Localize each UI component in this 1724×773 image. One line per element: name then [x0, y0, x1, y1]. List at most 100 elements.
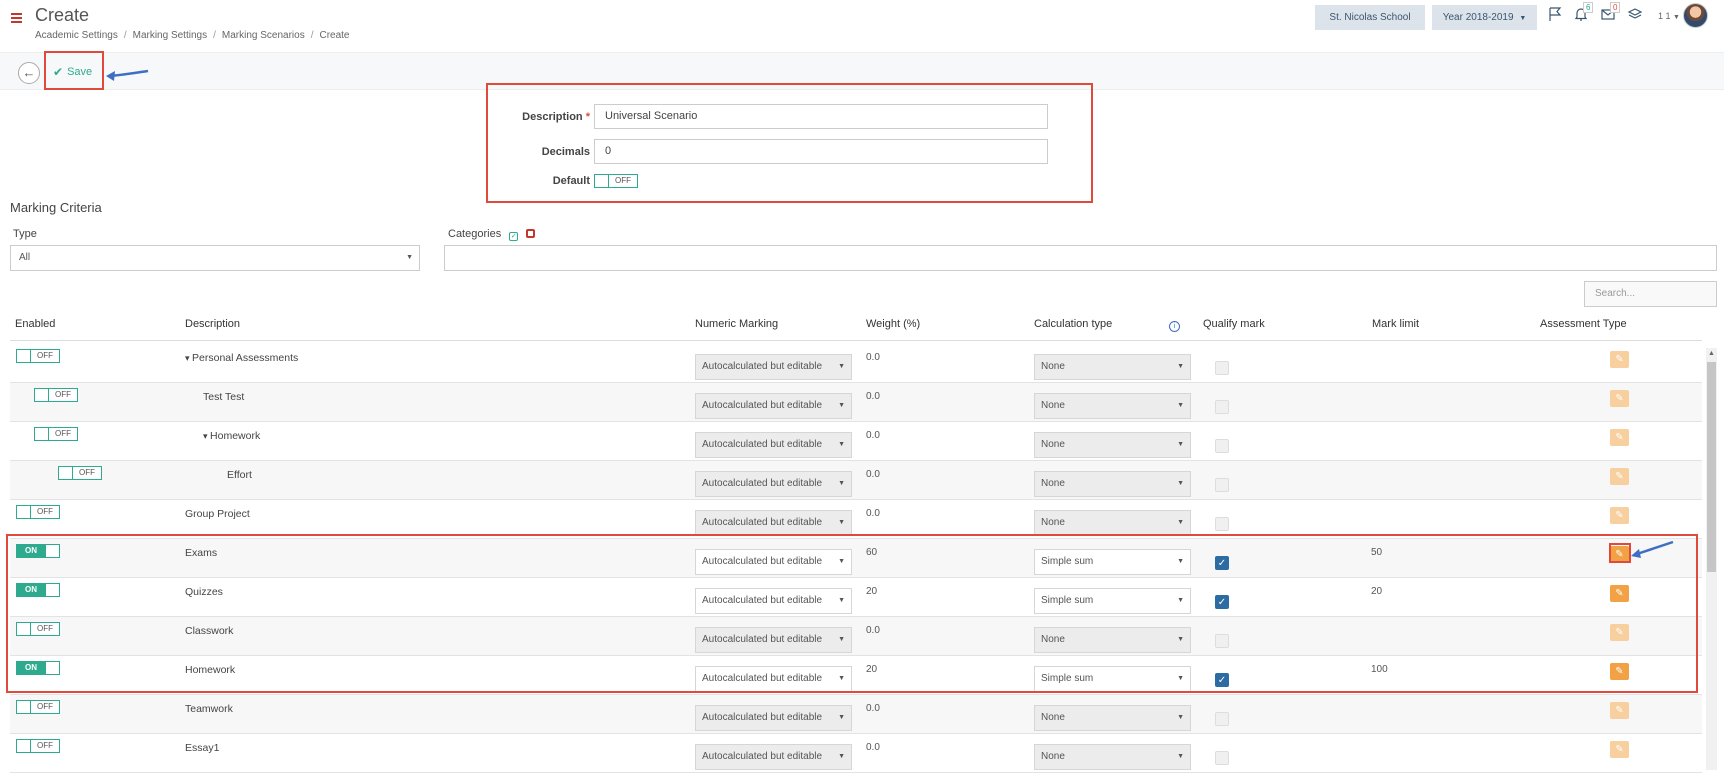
chevron-down-icon: ▼: [406, 254, 413, 261]
marking-criteria-title: Marking Criteria: [10, 200, 102, 215]
description-input[interactable]: Universal Scenario: [594, 104, 1048, 129]
user-menu-label[interactable]: 1 1 ▼: [1658, 11, 1680, 21]
edit-pencil-icon[interactable]: ✎: [1610, 741, 1629, 758]
qualify-mark-checkbox[interactable]: [1215, 478, 1229, 492]
column-header-weight: Weight (%): [866, 318, 921, 330]
numeric-marking-select[interactable]: Autocalculated but editable ▼: [695, 705, 852, 731]
chevron-down-icon: ▼: [1177, 480, 1184, 487]
chevron-down-icon: ▼: [838, 519, 845, 526]
enabled-toggle[interactable]: OFF: [58, 466, 102, 480]
type-select[interactable]: All ▼: [10, 245, 420, 271]
numeric-marking-select[interactable]: Autocalculated but editable ▼: [695, 471, 852, 497]
column-header-mark-limit: Mark limit: [1372, 318, 1420, 330]
edit-highlight-box: [1609, 543, 1631, 563]
weight-value[interactable]: 0.0: [866, 703, 880, 714]
weight-value[interactable]: 0.0: [866, 469, 880, 480]
categories-select[interactable]: [444, 245, 1717, 271]
school-selector-button[interactable]: St. Nicolas School: [1315, 5, 1425, 30]
layers-icon[interactable]: [1627, 6, 1649, 26]
breadcrumb-academic-settings[interactable]: Academic Settings: [35, 30, 118, 41]
calculation-type-select[interactable]: None ▼: [1034, 432, 1191, 458]
notification-bell-icon[interactable]: 6: [1573, 2, 1595, 26]
weight-value[interactable]: 0.0: [866, 391, 880, 402]
edit-pencil-icon[interactable]: ✎: [1610, 468, 1629, 485]
chevron-down-icon: ▼: [838, 441, 845, 448]
qualify-mark-checkbox[interactable]: [1215, 400, 1229, 414]
column-header-numeric-marking: Numeric Marking: [695, 318, 779, 330]
enabled-toggle[interactable]: OFF: [16, 700, 60, 714]
numeric-marking-select[interactable]: Autocalculated but editable ▼: [695, 432, 852, 458]
edit-pencil-icon[interactable]: ✎: [1610, 507, 1629, 524]
default-row: Default OFF: [490, 174, 638, 188]
enabled-toggle[interactable]: OFF: [16, 505, 60, 519]
chevron-down-icon: ▼: [1177, 441, 1184, 448]
chevron-down-icon: ▼: [1177, 402, 1184, 409]
expand-caret-icon[interactable]: ▾: [203, 431, 210, 441]
qualify-mark-checkbox[interactable]: [1215, 517, 1229, 531]
numeric-marking-select[interactable]: Autocalculated but editable ▼: [695, 354, 852, 380]
pointer-arrow-icon: [106, 69, 149, 81]
calculation-type-select[interactable]: None ▼: [1034, 471, 1191, 497]
enabled-toggle[interactable]: OFF: [34, 427, 78, 441]
table-scrollbar[interactable]: ▲: [1706, 348, 1717, 770]
select-all-check-icon[interactable]: ✓: [509, 232, 519, 241]
row-description: Essay1: [185, 742, 220, 754]
page-title: Create: [35, 5, 90, 25]
decimals-input[interactable]: 0: [594, 139, 1048, 164]
row-description: ▾ Homework: [203, 430, 261, 442]
column-header-description: Description: [185, 318, 241, 330]
info-icon[interactable]: i: [1169, 321, 1180, 332]
qualify-mark-checkbox[interactable]: [1215, 712, 1229, 726]
default-label: Default: [552, 175, 590, 187]
enabled-toggle[interactable]: OFF: [34, 388, 78, 402]
calculation-type-select[interactable]: None ▼: [1034, 354, 1191, 380]
row-description: Test Test: [203, 391, 245, 403]
column-header-qualify-mark: Qualify mark: [1203, 318, 1265, 330]
calculation-type-select[interactable]: None ▼: [1034, 393, 1191, 419]
envelope-icon[interactable]: 0: [1600, 2, 1622, 26]
breadcrumb-marking-settings[interactable]: Marking Settings: [133, 30, 207, 41]
calculation-type-select[interactable]: None ▼: [1034, 510, 1191, 536]
categories-label: Categories ✓: [448, 228, 536, 241]
chevron-down-icon: ▼: [1177, 714, 1184, 721]
default-toggle[interactable]: OFF: [594, 174, 638, 188]
weight-value[interactable]: 0.0: [866, 352, 880, 363]
weight-value[interactable]: 0.0: [866, 508, 880, 519]
calculation-type-select[interactable]: None ▼: [1034, 705, 1191, 731]
weight-value[interactable]: 0.0: [866, 742, 880, 753]
edit-pencil-icon[interactable]: ✎: [1610, 702, 1629, 719]
decimals-label: Decimals: [541, 145, 590, 158]
enabled-toggle[interactable]: OFF: [16, 349, 60, 363]
edit-pencil-icon[interactable]: ✎: [1610, 390, 1629, 407]
edit-pencil-icon[interactable]: ✎: [1610, 429, 1629, 446]
breadcrumb-marking-scenarios[interactable]: Marking Scenarios: [222, 30, 305, 41]
numeric-marking-select[interactable]: Autocalculated but editable ▼: [695, 393, 852, 419]
qualify-mark-checkbox[interactable]: [1215, 361, 1229, 375]
column-header-assessment-type: Assessment Type: [1540, 318, 1627, 330]
flag-icon[interactable]: [1547, 6, 1569, 26]
calculation-type-select[interactable]: None ▼: [1034, 744, 1191, 770]
numeric-marking-select[interactable]: Autocalculated but editable ▼: [695, 510, 852, 536]
expand-caret-icon[interactable]: ▾: [185, 353, 192, 363]
user-avatar[interactable]: [1683, 3, 1708, 28]
chevron-down-icon: ▼: [838, 714, 845, 721]
type-label: Type: [13, 228, 37, 240]
deselect-all-icon[interactable]: [526, 229, 536, 238]
qualify-mark-checkbox[interactable]: [1215, 751, 1229, 765]
chevron-down-icon: ▼: [838, 363, 845, 370]
numeric-marking-select[interactable]: Autocalculated but editable ▼: [695, 744, 852, 770]
chevron-down-icon: ▼: [838, 480, 845, 487]
top-header: Create Academic Settings / Marking Settin…: [0, 0, 1724, 52]
decimals-row: Decimals 0: [490, 139, 1048, 164]
year-selector-button[interactable]: Year 2018-2019 ▼: [1432, 5, 1537, 30]
qualify-mark-checkbox[interactable]: [1215, 439, 1229, 453]
enabled-toggle[interactable]: OFF: [16, 739, 60, 753]
edit-pencil-icon[interactable]: ✎: [1610, 351, 1629, 368]
chevron-down-icon: ▼: [838, 753, 845, 760]
chevron-down-icon: ▼: [1519, 15, 1527, 22]
save-highlight-box: [44, 51, 104, 90]
hamburger-menu-icon[interactable]: [11, 13, 22, 23]
weight-value[interactable]: 0.0: [866, 430, 880, 441]
back-arrow-button[interactable]: ←: [18, 62, 40, 84]
search-input[interactable]: Search...: [1584, 281, 1717, 307]
